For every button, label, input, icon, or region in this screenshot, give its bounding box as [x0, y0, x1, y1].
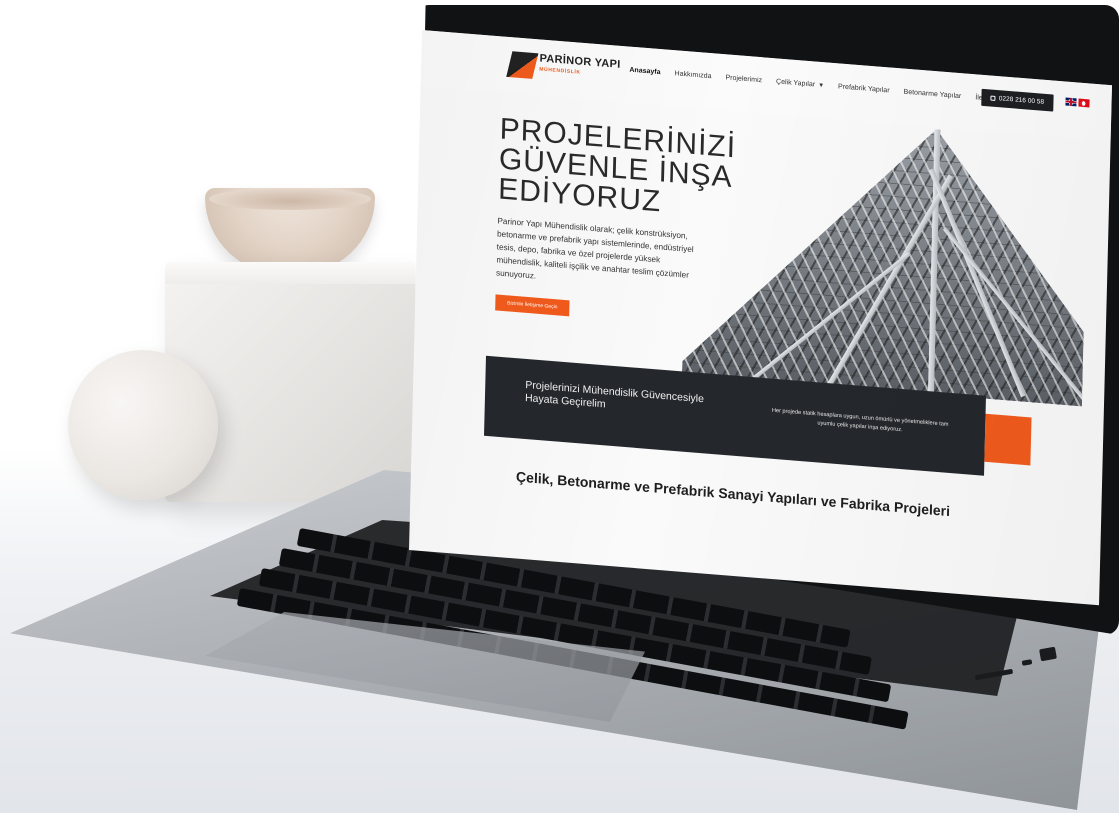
- tr-flag-icon[interactable]: [1078, 98, 1090, 108]
- phone-button[interactable]: 0228 216 00 58: [981, 88, 1054, 112]
- logo-subtitle: MÜHENDİSLİK: [539, 66, 581, 76]
- phone-icon: [990, 95, 996, 101]
- chevron-down-icon: ▼: [818, 82, 825, 90]
- nav-item-prefabrik-yapilar[interactable]: Prefabrik Yapılar: [838, 83, 890, 94]
- hero-paragraph: Parinor Yapı Mühendislik olarak; çelik k…: [495, 216, 694, 281]
- nav-item-anasayfa[interactable]: Anasayfa: [629, 67, 660, 76]
- steel-lattice: [682, 109, 1089, 406]
- steel-structure-image: [682, 109, 1089, 406]
- nav-item-projelerimiz[interactable]: Projelerimiz: [725, 74, 762, 84]
- nav-item-label: Çelik Yapılar: [775, 78, 816, 89]
- nav-item-celik-yapilar[interactable]: Çelik Yapılar ▼: [776, 78, 824, 89]
- website-screen: PARİNOR YAPI MÜHENDİSLİK Anasayfa Hakkım…: [409, 30, 1112, 606]
- uk-flag-icon[interactable]: [1065, 97, 1077, 107]
- contact-cta-button[interactable]: Bizimle İletişime Geçin: [495, 294, 570, 317]
- nav-menu: Anasayfa Hakkımızda Projelerimiz Çelik Y…: [629, 67, 997, 103]
- phone-number: 0228 216 00 58: [998, 95, 1045, 106]
- nav-item-hakkimizda[interactable]: Hakkımızda: [674, 70, 711, 80]
- banner-accent-block: [984, 413, 1032, 466]
- section-title: Çelik, Betonarme ve Prefabrik Sanayi Yap…: [515, 468, 951, 520]
- round-stone: [68, 350, 218, 500]
- hero-title: PROJELERİNİZİ GÜVENLE İNŞA EDİYORUZ: [498, 112, 740, 223]
- logo-icon[interactable]: [506, 51, 539, 79]
- language-switcher: [1065, 97, 1090, 108]
- nav-item-betonarme-yapilar[interactable]: Betonarme Yapılar: [903, 89, 961, 101]
- banner-text: Her projede statik hesaplara uygun, uzun…: [771, 407, 949, 434]
- banner-title: Projelerinizi Mühendislik Güvencesiyle H…: [524, 378, 705, 411]
